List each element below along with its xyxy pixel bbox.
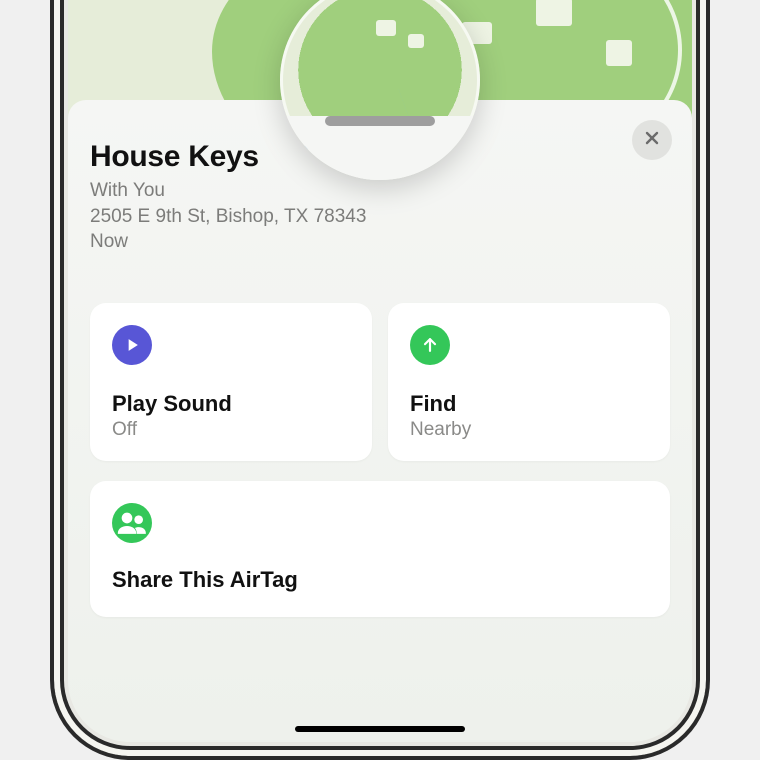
play-sound-sub: Off — [112, 419, 350, 441]
item-address: 2505 E 9th St, Bishop, TX 78343 — [90, 206, 366, 227]
item-subtitle: With You 2505 E 9th St, Bishop, TX 78343… — [90, 178, 510, 255]
find-sub: Nearby — [410, 419, 648, 441]
screen: House Keys With You 2505 E 9th St, Bisho… — [68, 0, 692, 742]
close-button[interactable] — [632, 120, 672, 160]
play-icon — [112, 325, 152, 365]
item-status: With You — [90, 180, 165, 201]
item-time: Now — [90, 231, 128, 252]
home-indicator[interactable] — [295, 726, 465, 732]
sheet-grabber-icon[interactable] — [325, 116, 435, 126]
sheet-grabber-callout — [280, 0, 480, 180]
share-airtag-label: Share This AirTag — [112, 567, 648, 593]
find-label: Find — [410, 391, 648, 417]
action-tiles: Play Sound Off Find Nearby — [90, 303, 670, 461]
play-sound-label: Play Sound — [112, 391, 350, 417]
close-icon — [644, 130, 660, 151]
phone-frame: House Keys With You 2505 E 9th St, Bisho… — [50, 0, 710, 760]
find-tile[interactable]: Find Nearby — [388, 303, 670, 461]
arrow-up-icon — [410, 325, 450, 365]
detail-sheet: House Keys With You 2505 E 9th St, Bisho… — [68, 100, 692, 742]
people-icon — [112, 503, 152, 543]
play-sound-tile[interactable]: Play Sound Off — [90, 303, 372, 461]
share-airtag-tile[interactable]: Share This AirTag — [90, 481, 670, 617]
